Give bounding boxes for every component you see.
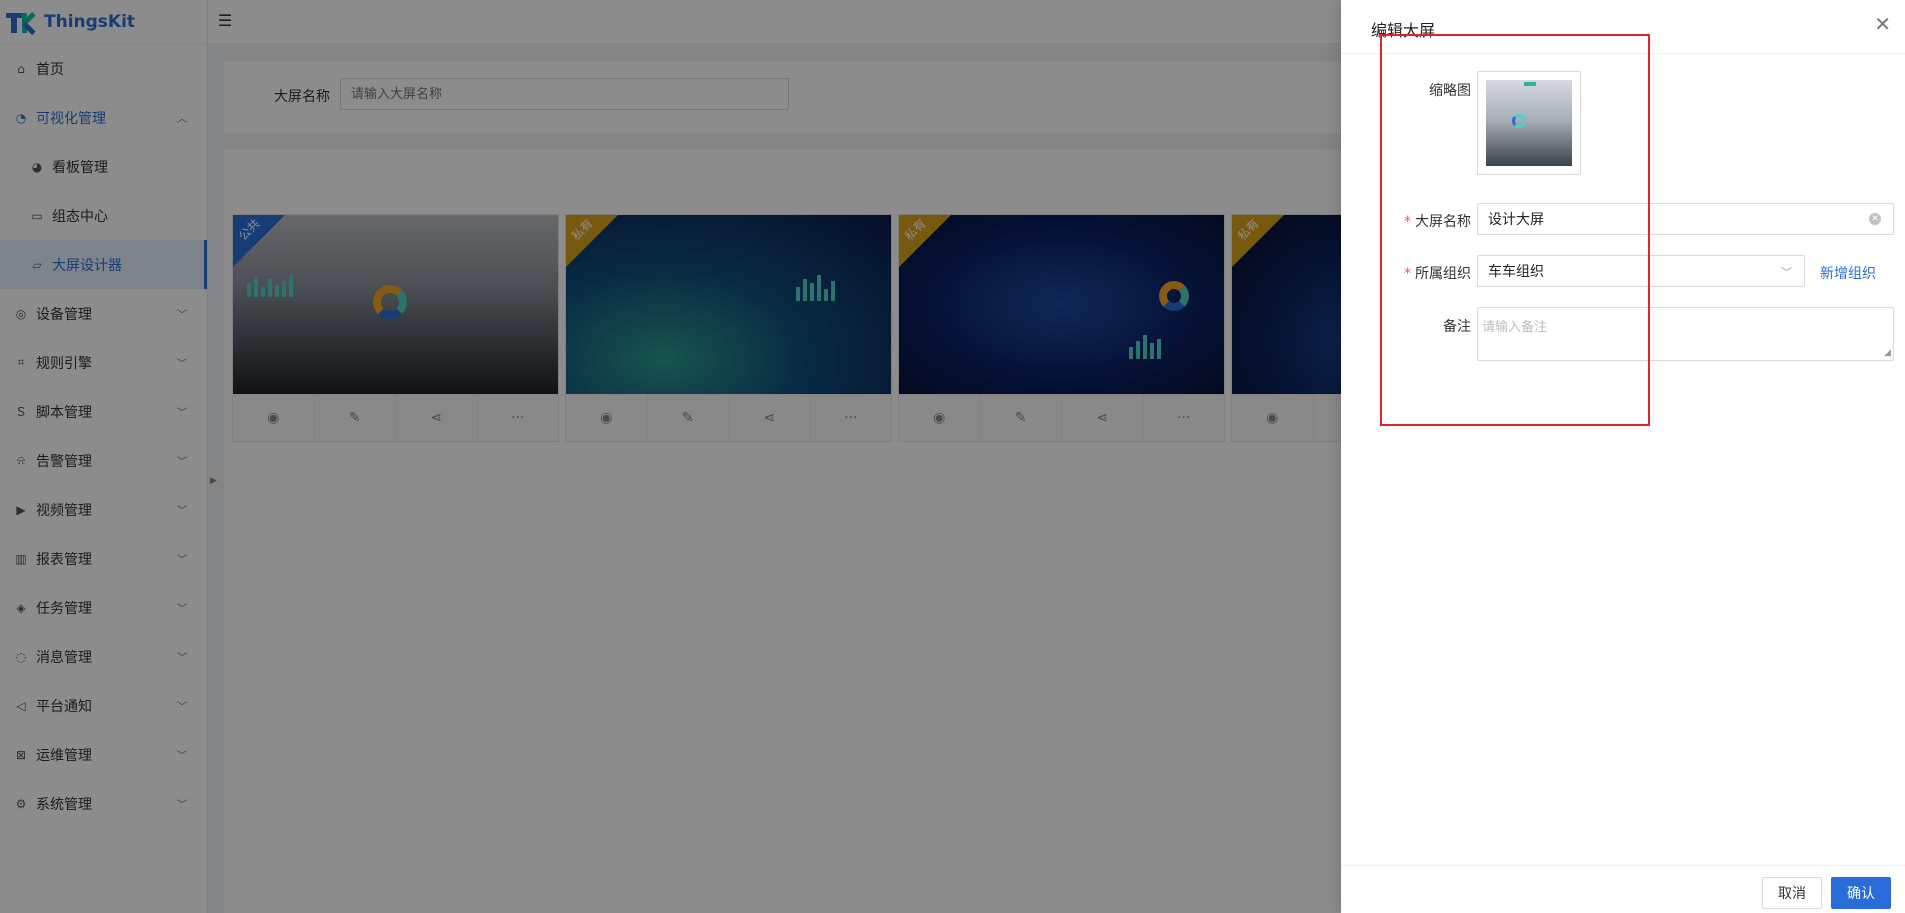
- confirm-button[interactable]: 确认: [1831, 877, 1891, 909]
- chevron-down-icon: ﹀: [1781, 266, 1792, 279]
- clear-icon[interactable]: ✕: [1869, 213, 1881, 225]
- close-icon[interactable]: ✕: [1874, 14, 1891, 34]
- resize-grip-icon[interactable]: ◢: [1884, 348, 1891, 358]
- add-org-link[interactable]: 新增组织: [1820, 263, 1876, 283]
- drawer-footer: 取消 确认: [1341, 865, 1905, 913]
- highlight-box: [1380, 34, 1650, 426]
- drawer-mask[interactable]: [0, 0, 1341, 913]
- cancel-button[interactable]: 取消: [1762, 877, 1822, 909]
